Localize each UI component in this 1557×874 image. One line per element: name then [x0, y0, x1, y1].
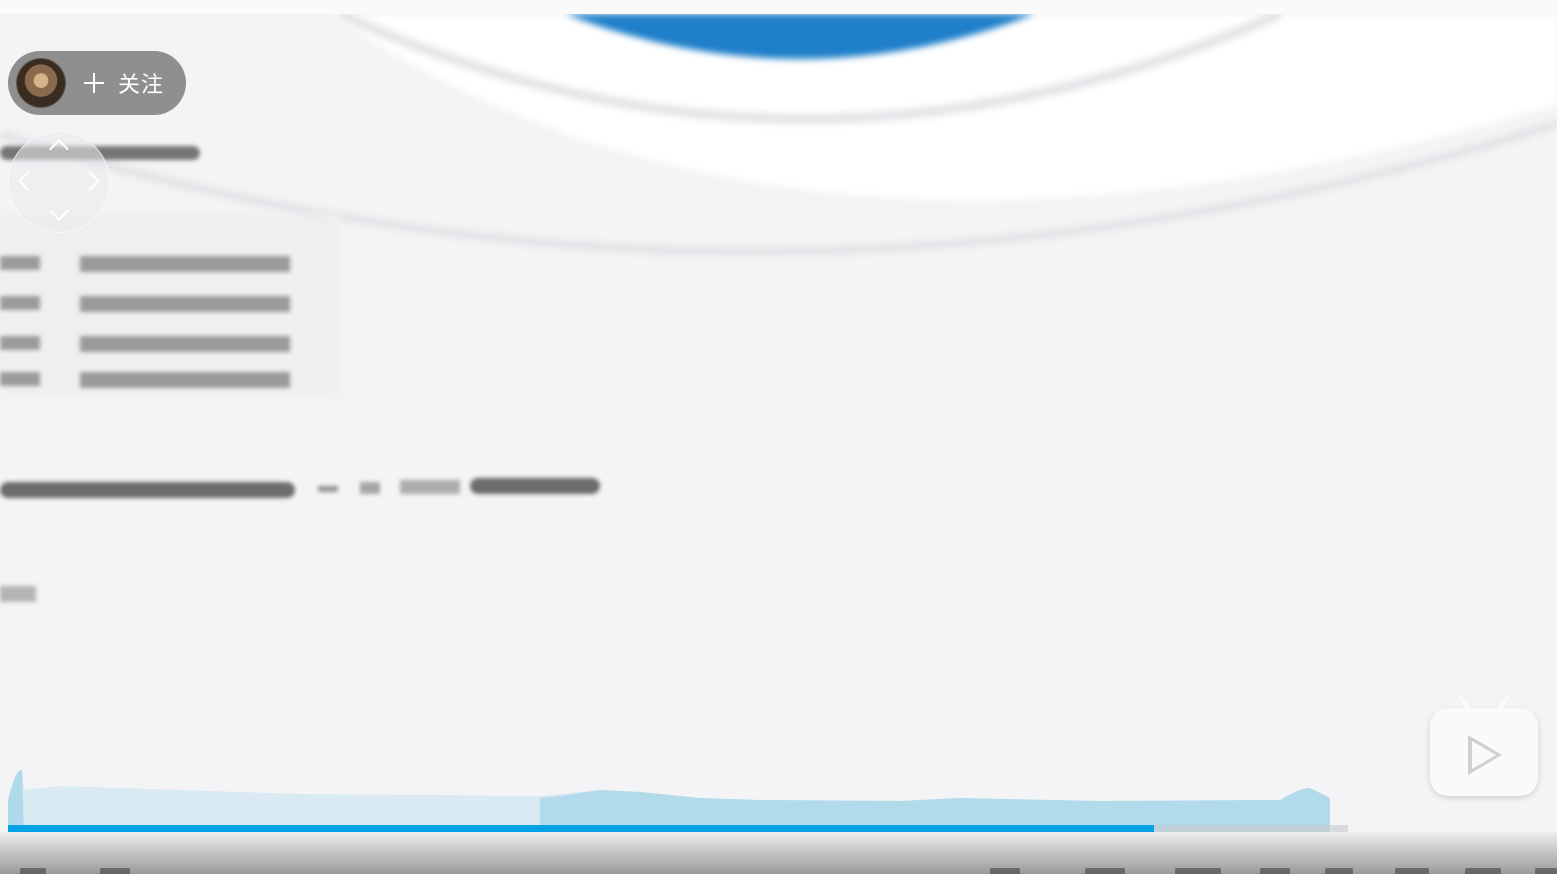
chevron-right-icon[interactable]: [80, 171, 100, 191]
chevron-left-icon[interactable]: [18, 171, 38, 191]
video-frame: [0, 14, 1557, 602]
time-display: [990, 868, 1020, 874]
chevron-up-icon[interactable]: [49, 139, 69, 159]
top-strip: [0, 0, 1557, 15]
follow-label: 关注: [118, 73, 165, 98]
uploader-follow-pill: 关注: [8, 51, 186, 115]
avatar[interactable]: [16, 58, 66, 108]
play-pause-icon[interactable]: [20, 868, 46, 874]
quality-selector[interactable]: [1085, 868, 1125, 874]
speed-selector[interactable]: [1175, 868, 1221, 874]
volume-icon[interactable]: [1260, 868, 1290, 874]
settings-icon[interactable]: [1325, 868, 1353, 874]
follow-button[interactable]: 关注: [82, 67, 164, 99]
chevron-down-icon[interactable]: [49, 201, 69, 221]
widescreen-icon[interactable]: [1465, 868, 1501, 874]
progress-bar-fill: [8, 825, 1154, 832]
pip-icon[interactable]: [1395, 868, 1429, 874]
plus-icon: [82, 71, 106, 95]
progress-bar[interactable]: [8, 825, 1348, 832]
next-icon[interactable]: [100, 868, 130, 874]
fullscreen-icon[interactable]: [1535, 868, 1557, 874]
control-bar: [0, 832, 1557, 874]
video-player[interactable]: 关注: [0, 0, 1557, 874]
high-energy-heatmap: [8, 769, 1330, 832]
panorama-direction-pad[interactable]: [8, 131, 110, 233]
